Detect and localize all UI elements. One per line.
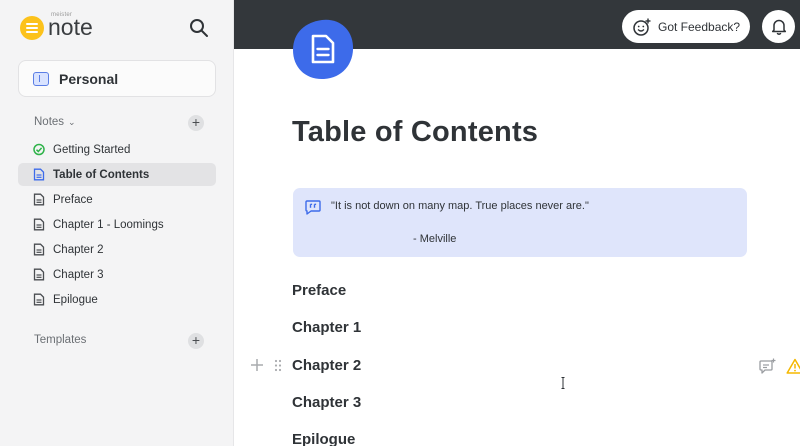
- bell-icon: [771, 19, 786, 35]
- page-title[interactable]: Table of Contents: [292, 116, 538, 149]
- sidebar-item-epilogue[interactable]: Epilogue: [18, 288, 216, 311]
- add-note-button[interactable]: +: [188, 115, 204, 131]
- quote-author: - Melville: [413, 233, 457, 245]
- document-icon: [33, 293, 45, 306]
- plus-icon: +: [191, 332, 201, 348]
- drag-handle-icon[interactable]: [274, 359, 282, 372]
- sidebar-item-getting-started[interactable]: Getting Started: [18, 138, 216, 161]
- notebook-icon: [33, 71, 49, 86]
- quote-icon: [305, 200, 321, 215]
- sidebar-item-label: Table of Contents: [53, 168, 150, 181]
- document-page-icon[interactable]: [292, 18, 354, 80]
- warning-icon[interactable]: [786, 358, 800, 374]
- document-icon: [33, 243, 45, 256]
- sidebar-item-label: Chapter 2: [53, 243, 104, 256]
- search-icon: [190, 19, 208, 37]
- feedback-label: Got Feedback?: [658, 19, 741, 34]
- heading-chapter-3[interactable]: Chapter 3: [292, 394, 361, 411]
- sidebar-item-label: Chapter 3: [53, 268, 104, 281]
- notes-section-header[interactable]: Notes ⌄: [34, 116, 76, 128]
- document-icon: [33, 168, 45, 181]
- meisternote-logo-icon: [20, 16, 44, 40]
- document-icon: [33, 268, 45, 281]
- plus-icon: +: [191, 114, 201, 130]
- quote-block[interactable]: "It is not down on many map. True places…: [293, 188, 747, 257]
- chevron-down-icon: ⌄: [68, 116, 76, 127]
- sidebar-item-label: Getting Started: [53, 143, 131, 156]
- quote-text: "It is not down on many map. True places…: [331, 200, 589, 212]
- check-circle-icon: [33, 143, 45, 156]
- logo-brand-small: meister: [51, 12, 73, 18]
- sidebar-item-chapter-2[interactable]: Chapter 2: [18, 238, 216, 261]
- workspace-selector[interactable]: Personal: [18, 60, 216, 97]
- sidebar-item-preface[interactable]: Preface: [18, 188, 216, 211]
- search-button[interactable]: [189, 18, 209, 38]
- sidebar-item-table-of-contents[interactable]: Table of Contents: [18, 163, 216, 186]
- heading-preface[interactable]: Preface: [292, 282, 346, 299]
- feedback-button[interactable]: Got Feedback?: [622, 10, 750, 43]
- heading-chapter-2[interactable]: Chapter 2: [292, 357, 361, 374]
- document-icon: [33, 218, 45, 231]
- sidebar-item-label: Preface: [53, 193, 93, 206]
- feedback-emoji-icon: [633, 18, 651, 36]
- sidebar-item-chapter-3[interactable]: Chapter 3: [18, 263, 216, 286]
- sidebar-item-label: Epilogue: [53, 293, 98, 306]
- notes-header-label: Notes: [34, 116, 65, 128]
- add-block-plus-icon[interactable]: [250, 358, 264, 372]
- templates-section-header[interactable]: Templates: [34, 334, 86, 346]
- workspace-label: Personal: [59, 70, 119, 87]
- notifications-button[interactable]: [762, 10, 795, 43]
- sidebar: meister note Personal Notes ⌄ + Getting …: [0, 0, 234, 446]
- templates-header-label: Templates: [34, 334, 87, 346]
- heading-epilogue[interactable]: Epilogue: [292, 431, 355, 446]
- add-comment-icon[interactable]: [759, 358, 776, 374]
- sidebar-item-label: Chapter 1 - Loomings: [53, 218, 164, 231]
- sidebar-item-chapter-1[interactable]: Chapter 1 - Loomings: [18, 213, 216, 236]
- document-icon: [33, 193, 45, 206]
- text-cursor-icon: [561, 377, 565, 389]
- add-template-button[interactable]: +: [188, 333, 204, 349]
- app-logo[interactable]: meister note: [20, 12, 93, 40]
- heading-chapter-1[interactable]: Chapter 1: [292, 319, 361, 336]
